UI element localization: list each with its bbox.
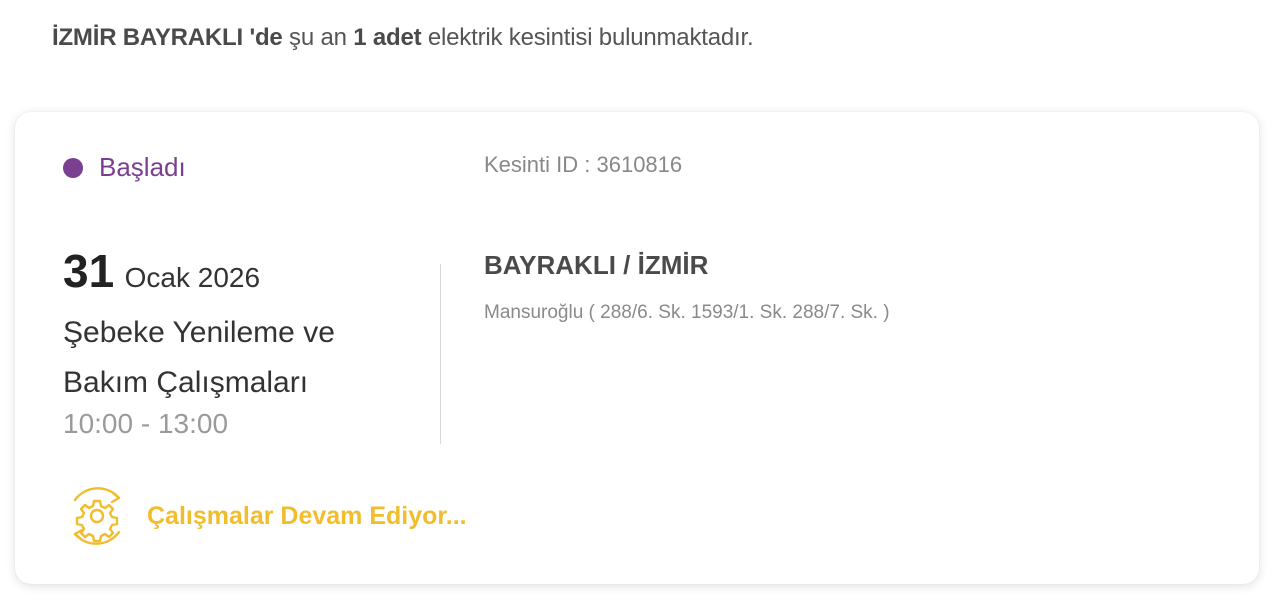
outage-id: Kesinti ID : 3610816 (484, 152, 683, 177)
summary-text-before: şu an (289, 24, 347, 51)
outage-reason: Şebeke Yenileme ve Bakım Çalışmaları (63, 316, 335, 399)
status-label: Başladı (99, 152, 186, 182)
outage-location: BAYRAKLI / İZMİR (484, 250, 709, 280)
summary-count: 1 adet (353, 24, 422, 51)
gear-sync-icon (73, 487, 121, 545)
affected-streets: Mansuroğlu ( 288/6. Sk. 1593/1. Sk. 288/… (484, 302, 890, 323)
progress-label: Çalışmalar Devam Ediyor... (147, 501, 467, 530)
vertical-divider (440, 264, 441, 444)
outage-date: 31 Ocak 2026 (63, 244, 260, 298)
date-month-year: Ocak 2026 (124, 262, 261, 293)
status-indicator: Başladı (63, 152, 186, 183)
status-dot-icon (63, 157, 83, 178)
outage-summary: İZMİR BAYRAKLI 'de şu an 1 adet elektrik… (52, 24, 754, 52)
summary-location: İZMİR BAYRAKLI 'de (52, 24, 283, 51)
date-day: 31 (63, 245, 115, 297)
outage-time-range: 10:00 - 13:00 (63, 408, 229, 439)
summary-text-after: elektrik kesintisi bulunmaktadır. (427, 24, 754, 51)
work-progress: Çalışmalar Devam Ediyor... (63, 482, 467, 550)
outage-card: Başladı Kesinti ID : 3610816 31 Ocak 202… (15, 112, 1259, 584)
